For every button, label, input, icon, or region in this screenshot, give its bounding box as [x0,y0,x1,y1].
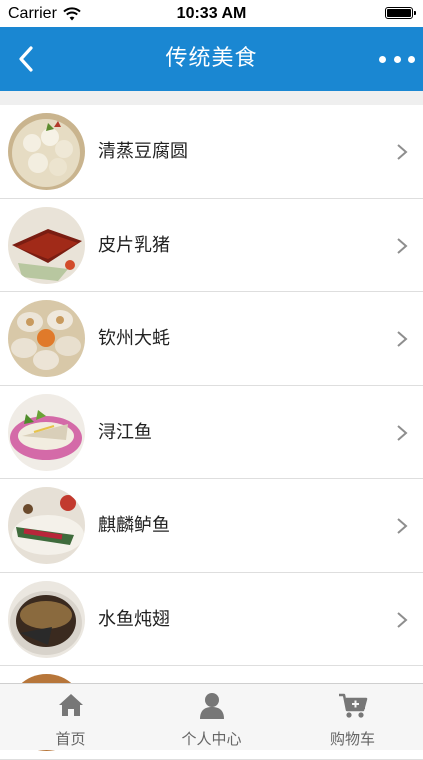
chevron-right-icon [397,237,408,254]
battery-icon [385,7,416,19]
chevron-right-icon [397,424,408,441]
chevron-right-icon [397,611,408,628]
tab-home[interactable]: 首页 [0,684,141,750]
more-icon[interactable] [379,51,415,67]
page-title: 传统美食 [165,46,258,71]
item-label: 浔江鱼 [98,421,152,443]
food-list: 清蒸豆腐圆 皮片乳猪 钦州大蚝 浔江鱼 麒麟鲈鱼 水鱼炖翅 [0,105,423,760]
item-label: 皮片乳猪 [98,234,170,256]
tab-label: 购物车 [329,730,375,748]
chevron-right-icon [397,331,408,347]
tab-cart[interactable]: 购物车 [282,684,423,750]
item-label: 麒麟鲈鱼 [98,515,170,536]
list-item[interactable]: 钦州大蚝 [0,292,423,386]
tab-bar: 首页 个人中心 购物车 [0,683,423,750]
food-thumbnail [8,206,85,284]
chevron-right-icon [397,144,408,160]
list-item[interactable]: 皮片乳猪 [0,198,423,292]
tab-label: 首页 [55,730,86,748]
tab-profile[interactable]: 个人中心 [141,684,282,750]
food-thumbnail [8,487,85,564]
status-bar: Carrier 10:33 AM [0,0,423,27]
person-icon [199,693,224,719]
tab-label: 个人中心 [181,730,242,748]
list-item[interactable]: 水鱼炖翅 [0,572,423,666]
food-thumbnail [8,113,85,190]
header-spacer [0,91,423,105]
food-thumbnail [8,580,85,658]
cart-icon [338,693,367,718]
more-dot [408,55,415,63]
status-time: 10:33 AM [176,5,247,22]
more-dot [393,55,401,63]
home-icon [58,694,83,716]
list-item[interactable]: 麒麟鲈鱼 [0,479,423,573]
item-label: 清蒸豆腐圆 [98,141,188,162]
food-thumbnail [8,300,85,377]
food-thumbnail [8,393,85,471]
item-label: 钦州大蚝 [98,328,170,349]
more-dot [379,55,386,63]
navigation-bar: 传统美食 [0,27,423,91]
list-item[interactable]: 清蒸豆腐圆 [0,105,423,199]
chevron-right-icon [397,518,408,534]
item-label: 水鱼炖翅 [98,608,170,630]
list-item[interactable]: 浔江鱼 [0,385,423,479]
